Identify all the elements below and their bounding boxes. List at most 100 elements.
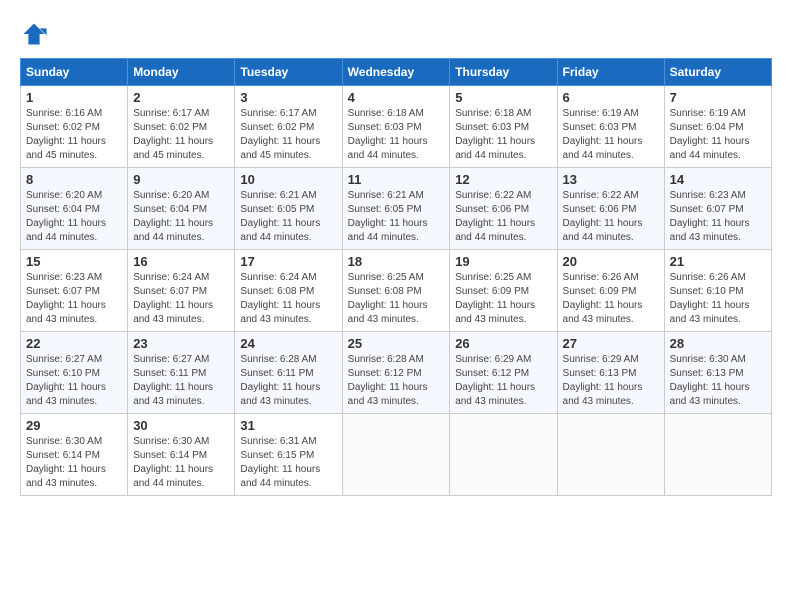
day-number: 17: [240, 254, 336, 269]
day-info: Sunrise: 6:30 AM Sunset: 6:13 PM Dayligh…: [670, 353, 766, 409]
logo-icon: [20, 20, 48, 48]
calendar-cell: 12 Sunrise: 6:22 AM Sunset: 6:06 PM Dayl…: [450, 168, 557, 250]
calendar-cell: 7 Sunrise: 6:19 AM Sunset: 6:04 PM Dayli…: [664, 86, 771, 168]
day-info: Sunrise: 6:31 AM Sunset: 6:15 PM Dayligh…: [240, 435, 336, 491]
day-number: 26: [455, 336, 551, 351]
calendar-cell: 22 Sunrise: 6:27 AM Sunset: 6:10 PM Dayl…: [21, 332, 128, 414]
calendar-week-row: 8 Sunrise: 6:20 AM Sunset: 6:04 PM Dayli…: [21, 168, 772, 250]
day-number: 27: [563, 336, 659, 351]
day-header-sunday: Sunday: [21, 59, 128, 86]
day-number: 6: [563, 90, 659, 105]
day-number: 10: [240, 172, 336, 187]
day-info: Sunrise: 6:28 AM Sunset: 6:12 PM Dayligh…: [348, 353, 445, 409]
day-number: 25: [348, 336, 445, 351]
day-number: 29: [26, 418, 122, 433]
day-number: 7: [670, 90, 766, 105]
calendar-cell: 28 Sunrise: 6:30 AM Sunset: 6:13 PM Dayl…: [664, 332, 771, 414]
day-info: Sunrise: 6:26 AM Sunset: 6:10 PM Dayligh…: [670, 271, 766, 327]
calendar-cell: 20 Sunrise: 6:26 AM Sunset: 6:09 PM Dayl…: [557, 250, 664, 332]
day-number: 5: [455, 90, 551, 105]
day-number: 14: [670, 172, 766, 187]
calendar-cell: 14 Sunrise: 6:23 AM Sunset: 6:07 PM Dayl…: [664, 168, 771, 250]
calendar-week-row: 15 Sunrise: 6:23 AM Sunset: 6:07 PM Dayl…: [21, 250, 772, 332]
calendar-header-row: SundayMondayTuesdayWednesdayThursdayFrid…: [21, 59, 772, 86]
day-number: 28: [670, 336, 766, 351]
calendar-cell: 17 Sunrise: 6:24 AM Sunset: 6:08 PM Dayl…: [235, 250, 342, 332]
calendar-cell: 11 Sunrise: 6:21 AM Sunset: 6:05 PM Dayl…: [342, 168, 450, 250]
day-number: 3: [240, 90, 336, 105]
calendar-cell: 9 Sunrise: 6:20 AM Sunset: 6:04 PM Dayli…: [128, 168, 235, 250]
day-info: Sunrise: 6:17 AM Sunset: 6:02 PM Dayligh…: [240, 107, 336, 163]
day-info: Sunrise: 6:25 AM Sunset: 6:08 PM Dayligh…: [348, 271, 445, 327]
day-header-tuesday: Tuesday: [235, 59, 342, 86]
day-info: Sunrise: 6:21 AM Sunset: 6:05 PM Dayligh…: [348, 189, 445, 245]
calendar-cell: 25 Sunrise: 6:28 AM Sunset: 6:12 PM Dayl…: [342, 332, 450, 414]
day-info: Sunrise: 6:29 AM Sunset: 6:13 PM Dayligh…: [563, 353, 659, 409]
day-info: Sunrise: 6:18 AM Sunset: 6:03 PM Dayligh…: [455, 107, 551, 163]
calendar-week-row: 29 Sunrise: 6:30 AM Sunset: 6:14 PM Dayl…: [21, 414, 772, 496]
day-info: Sunrise: 6:20 AM Sunset: 6:04 PM Dayligh…: [26, 189, 122, 245]
calendar-cell: 23 Sunrise: 6:27 AM Sunset: 6:11 PM Dayl…: [128, 332, 235, 414]
day-number: 31: [240, 418, 336, 433]
calendar-cell: 16 Sunrise: 6:24 AM Sunset: 6:07 PM Dayl…: [128, 250, 235, 332]
calendar-cell: [664, 414, 771, 496]
page-header: [20, 20, 772, 48]
calendar-cell: 21 Sunrise: 6:26 AM Sunset: 6:10 PM Dayl…: [664, 250, 771, 332]
calendar-cell: 6 Sunrise: 6:19 AM Sunset: 6:03 PM Dayli…: [557, 86, 664, 168]
calendar-cell: 24 Sunrise: 6:28 AM Sunset: 6:11 PM Dayl…: [235, 332, 342, 414]
calendar-table: SundayMondayTuesdayWednesdayThursdayFrid…: [20, 58, 772, 496]
day-number: 9: [133, 172, 229, 187]
calendar-cell: 10 Sunrise: 6:21 AM Sunset: 6:05 PM Dayl…: [235, 168, 342, 250]
calendar-cell: 15 Sunrise: 6:23 AM Sunset: 6:07 PM Dayl…: [21, 250, 128, 332]
calendar-cell: 29 Sunrise: 6:30 AM Sunset: 6:14 PM Dayl…: [21, 414, 128, 496]
calendar-cell: 18 Sunrise: 6:25 AM Sunset: 6:08 PM Dayl…: [342, 250, 450, 332]
day-info: Sunrise: 6:30 AM Sunset: 6:14 PM Dayligh…: [133, 435, 229, 491]
day-header-friday: Friday: [557, 59, 664, 86]
calendar-cell: 13 Sunrise: 6:22 AM Sunset: 6:06 PM Dayl…: [557, 168, 664, 250]
day-info: Sunrise: 6:21 AM Sunset: 6:05 PM Dayligh…: [240, 189, 336, 245]
calendar-cell: [342, 414, 450, 496]
calendar-cell: 5 Sunrise: 6:18 AM Sunset: 6:03 PM Dayli…: [450, 86, 557, 168]
day-number: 22: [26, 336, 122, 351]
day-number: 21: [670, 254, 766, 269]
calendar-cell: 8 Sunrise: 6:20 AM Sunset: 6:04 PM Dayli…: [21, 168, 128, 250]
day-number: 15: [26, 254, 122, 269]
day-header-saturday: Saturday: [664, 59, 771, 86]
day-number: 24: [240, 336, 336, 351]
day-header-thursday: Thursday: [450, 59, 557, 86]
day-info: Sunrise: 6:18 AM Sunset: 6:03 PM Dayligh…: [348, 107, 445, 163]
day-number: 2: [133, 90, 229, 105]
day-header-wednesday: Wednesday: [342, 59, 450, 86]
day-info: Sunrise: 6:19 AM Sunset: 6:03 PM Dayligh…: [563, 107, 659, 163]
day-number: 8: [26, 172, 122, 187]
day-info: Sunrise: 6:24 AM Sunset: 6:07 PM Dayligh…: [133, 271, 229, 327]
calendar-cell: 31 Sunrise: 6:31 AM Sunset: 6:15 PM Dayl…: [235, 414, 342, 496]
day-info: Sunrise: 6:19 AM Sunset: 6:04 PM Dayligh…: [670, 107, 766, 163]
calendar-cell: [557, 414, 664, 496]
day-number: 18: [348, 254, 445, 269]
day-info: Sunrise: 6:22 AM Sunset: 6:06 PM Dayligh…: [563, 189, 659, 245]
calendar-cell: 19 Sunrise: 6:25 AM Sunset: 6:09 PM Dayl…: [450, 250, 557, 332]
day-number: 4: [348, 90, 445, 105]
day-info: Sunrise: 6:29 AM Sunset: 6:12 PM Dayligh…: [455, 353, 551, 409]
day-info: Sunrise: 6:23 AM Sunset: 6:07 PM Dayligh…: [26, 271, 122, 327]
logo: [20, 20, 52, 48]
day-info: Sunrise: 6:17 AM Sunset: 6:02 PM Dayligh…: [133, 107, 229, 163]
calendar-cell: [450, 414, 557, 496]
day-info: Sunrise: 6:24 AM Sunset: 6:08 PM Dayligh…: [240, 271, 336, 327]
calendar-cell: 4 Sunrise: 6:18 AM Sunset: 6:03 PM Dayli…: [342, 86, 450, 168]
calendar-cell: 2 Sunrise: 6:17 AM Sunset: 6:02 PM Dayli…: [128, 86, 235, 168]
day-number: 13: [563, 172, 659, 187]
day-info: Sunrise: 6:23 AM Sunset: 6:07 PM Dayligh…: [670, 189, 766, 245]
day-info: Sunrise: 6:30 AM Sunset: 6:14 PM Dayligh…: [26, 435, 122, 491]
calendar-cell: 27 Sunrise: 6:29 AM Sunset: 6:13 PM Dayl…: [557, 332, 664, 414]
day-header-monday: Monday: [128, 59, 235, 86]
day-info: Sunrise: 6:20 AM Sunset: 6:04 PM Dayligh…: [133, 189, 229, 245]
day-info: Sunrise: 6:26 AM Sunset: 6:09 PM Dayligh…: [563, 271, 659, 327]
calendar-week-row: 22 Sunrise: 6:27 AM Sunset: 6:10 PM Dayl…: [21, 332, 772, 414]
calendar-cell: 1 Sunrise: 6:16 AM Sunset: 6:02 PM Dayli…: [21, 86, 128, 168]
day-number: 12: [455, 172, 551, 187]
day-number: 30: [133, 418, 229, 433]
calendar-cell: 3 Sunrise: 6:17 AM Sunset: 6:02 PM Dayli…: [235, 86, 342, 168]
calendar-cell: 26 Sunrise: 6:29 AM Sunset: 6:12 PM Dayl…: [450, 332, 557, 414]
